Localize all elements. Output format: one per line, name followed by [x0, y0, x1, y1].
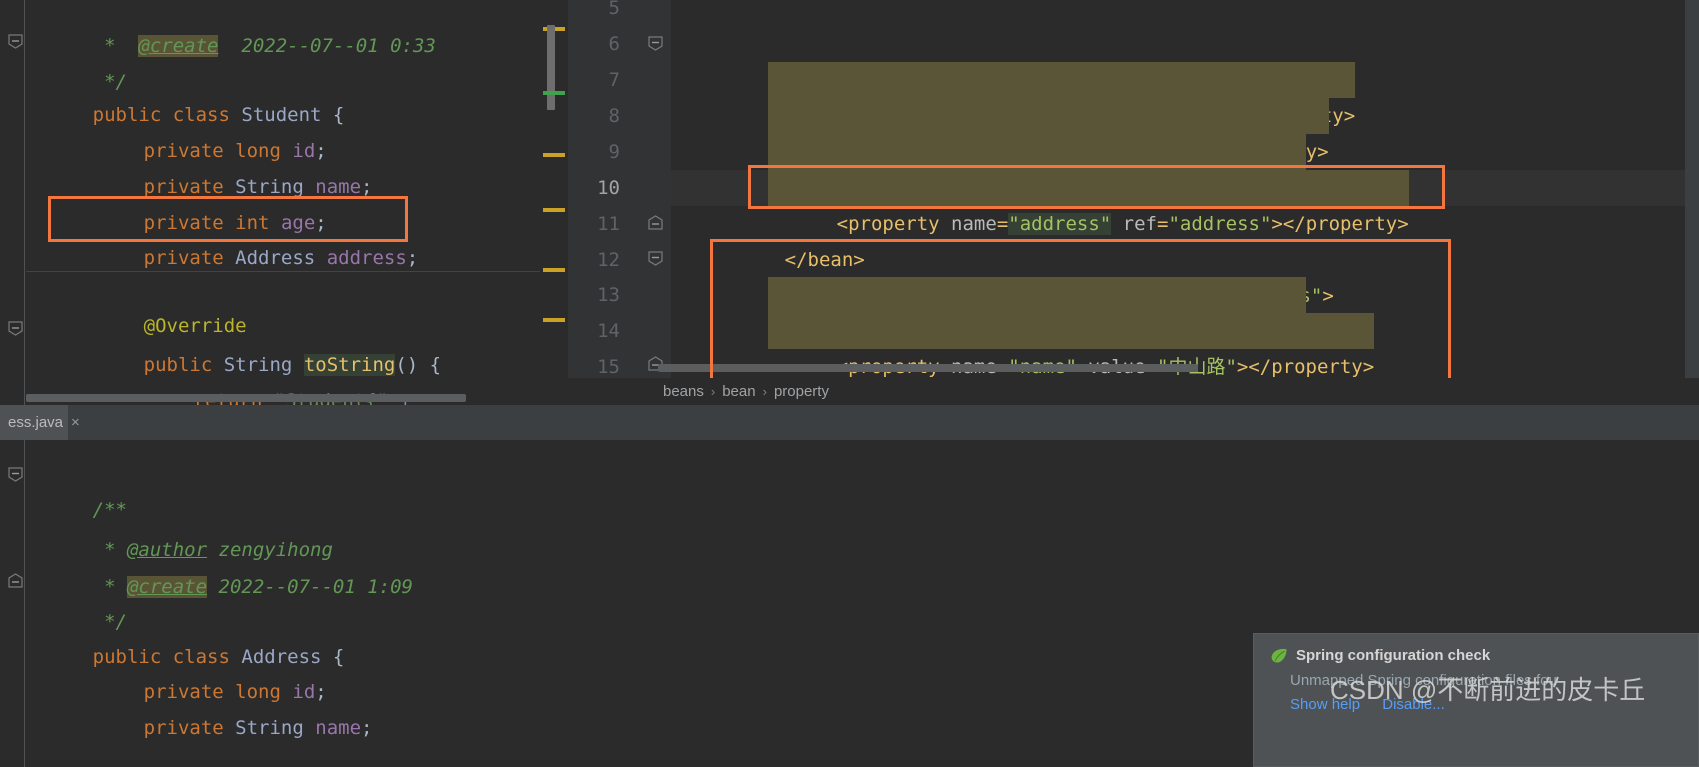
fold-marker-bean-stu[interactable]	[648, 36, 663, 51]
breadcrumb-item-property[interactable]: property	[774, 383, 829, 400]
scrollbar-thumb-left[interactable]	[547, 25, 555, 110]
line-number-8: 8	[608, 105, 620, 127]
code-line-field-name: private String name;	[143, 176, 373, 198]
xml-line-prop-age: <property name="age" value="26"></proper…	[768, 98, 1329, 163]
javadoc-create-tag-bottom: @create	[126, 576, 208, 598]
code-line-address-field-id: private long id;	[143, 681, 327, 703]
spring-leaf-icon	[1270, 648, 1288, 664]
type-address: Address	[235, 247, 316, 269]
xml-line-bean-stu: <bean id="stu" class="com.zyh.pojo.Stude…	[716, 26, 1288, 91]
val-address-name: "address"	[1008, 213, 1112, 235]
javadoc-create-date: 2022--07--01 0:33	[241, 35, 436, 57]
field-name-b: name	[315, 717, 362, 739]
xml-line-prop-address: <property name="address" ref="address"><…	[768, 170, 1409, 235]
editor-marker-bar-left[interactable]	[540, 0, 568, 405]
xml-line-addr-prop-name: <property name="name" value="中山路"></prop…	[768, 313, 1375, 378]
line-number-13: 13	[597, 284, 620, 306]
code-line-author: * @author zengyihong	[92, 539, 333, 561]
breadcrumb-item-beans[interactable]: beans	[663, 383, 704, 400]
code-line-address-field-name: private String name;	[143, 717, 373, 739]
val-address-ref: "address"	[1168, 213, 1272, 235]
marker-warning-5[interactable]	[543, 318, 565, 322]
kw-private-b2: private	[143, 717, 224, 739]
code-line-class-address: public class Address {	[92, 646, 345, 668]
line-number-12: 12	[597, 249, 620, 271]
fold-marker-bean-stu-end[interactable]	[648, 215, 663, 230]
line-number-7: 7	[608, 69, 620, 91]
notification-title: Spring configuration check	[1296, 647, 1491, 664]
field-address: address	[326, 247, 407, 269]
code-line-field-id: private long id;	[143, 140, 327, 162]
code-line-create-bottom: * @create 2022--07--01 1:09	[92, 576, 413, 598]
marker-warning-2[interactable]	[543, 153, 565, 157]
tag-prop-close-6: ></property>	[1236, 356, 1375, 378]
editor-applicationcontext-xml[interactable]: 5 6 7 8 9 10 11 12 13 14 15 <bean id="st…	[568, 0, 1699, 405]
line-number-9: 9	[608, 141, 620, 163]
breadcrumb[interactable]: beans › bean › property	[568, 378, 1699, 405]
xml-line-bean-close-1: </bean>	[716, 206, 865, 271]
line-number-5: 5	[608, 0, 620, 19]
code-line-field-age: private int age;	[143, 212, 327, 234]
close-icon[interactable]: ×	[71, 414, 80, 431]
editor-student-java[interactable]: * @create 2022--07--01 0:33 */ public cl…	[0, 0, 568, 405]
fold-marker-javadoc-close[interactable]	[8, 573, 23, 588]
marker-warning-4[interactable]	[543, 268, 565, 272]
fold-marker-comment-end[interactable]	[8, 34, 23, 49]
type-string-b: String	[235, 717, 304, 739]
tag-prop-close-4: ></property>	[1271, 213, 1409, 235]
code-line-class-student: public class Student {	[92, 104, 345, 126]
javadoc-create-tag: @create	[138, 35, 219, 57]
code-line-field-address: private Address address;	[143, 247, 419, 269]
breadcrumb-item-bean[interactable]: bean	[722, 383, 755, 400]
horizontal-scrollbar-xml[interactable]	[658, 364, 1198, 372]
code-line-javadoc-close: */	[24, 568, 127, 633]
attr-name-4: name	[951, 213, 997, 235]
val-address-text: "address"	[1008, 213, 1112, 235]
editor-tab-strip[interactable]: ess.java ×	[0, 405, 1699, 440]
xml-right-marker-strip[interactable]	[1685, 0, 1699, 405]
horizontal-scrollbar-left[interactable]	[26, 394, 466, 402]
line-number-14: 14	[597, 320, 620, 342]
code-line-return: return "Student{" +	[125, 347, 411, 405]
marker-added-1[interactable]	[543, 91, 565, 95]
code-line-create: * @create 2022--07--01 0:33	[92, 35, 436, 57]
code-line-tostring: public String toString() {	[143, 354, 442, 376]
breadcrumb-separator-2: ›	[762, 384, 767, 399]
code-line-comment-close: */	[24, 28, 127, 93]
line-number-10: 10	[597, 177, 620, 199]
javadoc-create-date-bottom: 2022--07--01 1:09	[218, 576, 413, 598]
xml-line-addr-prop-id: <property name="id" value="1"></property…	[768, 277, 1306, 342]
tab-label: ess.java	[8, 414, 64, 431]
xml-line-prop-id: <property name="id" value="1"></property…	[768, 134, 1306, 199]
kw-private-4: private	[143, 247, 224, 269]
code-line-javadoc-open: /**	[24, 456, 127, 521]
line-number-6: 6	[608, 33, 620, 55]
line-number-11: 11	[597, 213, 620, 235]
code-line-override: @Override	[75, 272, 247, 337]
fold-marker-tostring[interactable]	[8, 321, 23, 336]
xml-line-bean-address: <bean id="address" class="com.zyh.pojo.A…	[716, 242, 1334, 307]
ide-window: * @create 2022--07--01 0:33 */ public cl…	[0, 0, 1699, 767]
tab-address-java[interactable]: ess.java ×	[0, 405, 80, 440]
attr-ref: ref	[1122, 213, 1157, 235]
fold-marker-javadoc-open[interactable]	[8, 467, 23, 482]
watermark: CSDN @不断前进的皮卡丘	[1330, 675, 1646, 705]
breadcrumb-separator-1: ›	[710, 384, 716, 399]
marker-warning-3[interactable]	[543, 208, 565, 212]
fold-marker-bean-address[interactable]	[648, 251, 663, 266]
xml-line-prop-name: <property name="name" value="张三"></prope…	[768, 62, 1356, 127]
